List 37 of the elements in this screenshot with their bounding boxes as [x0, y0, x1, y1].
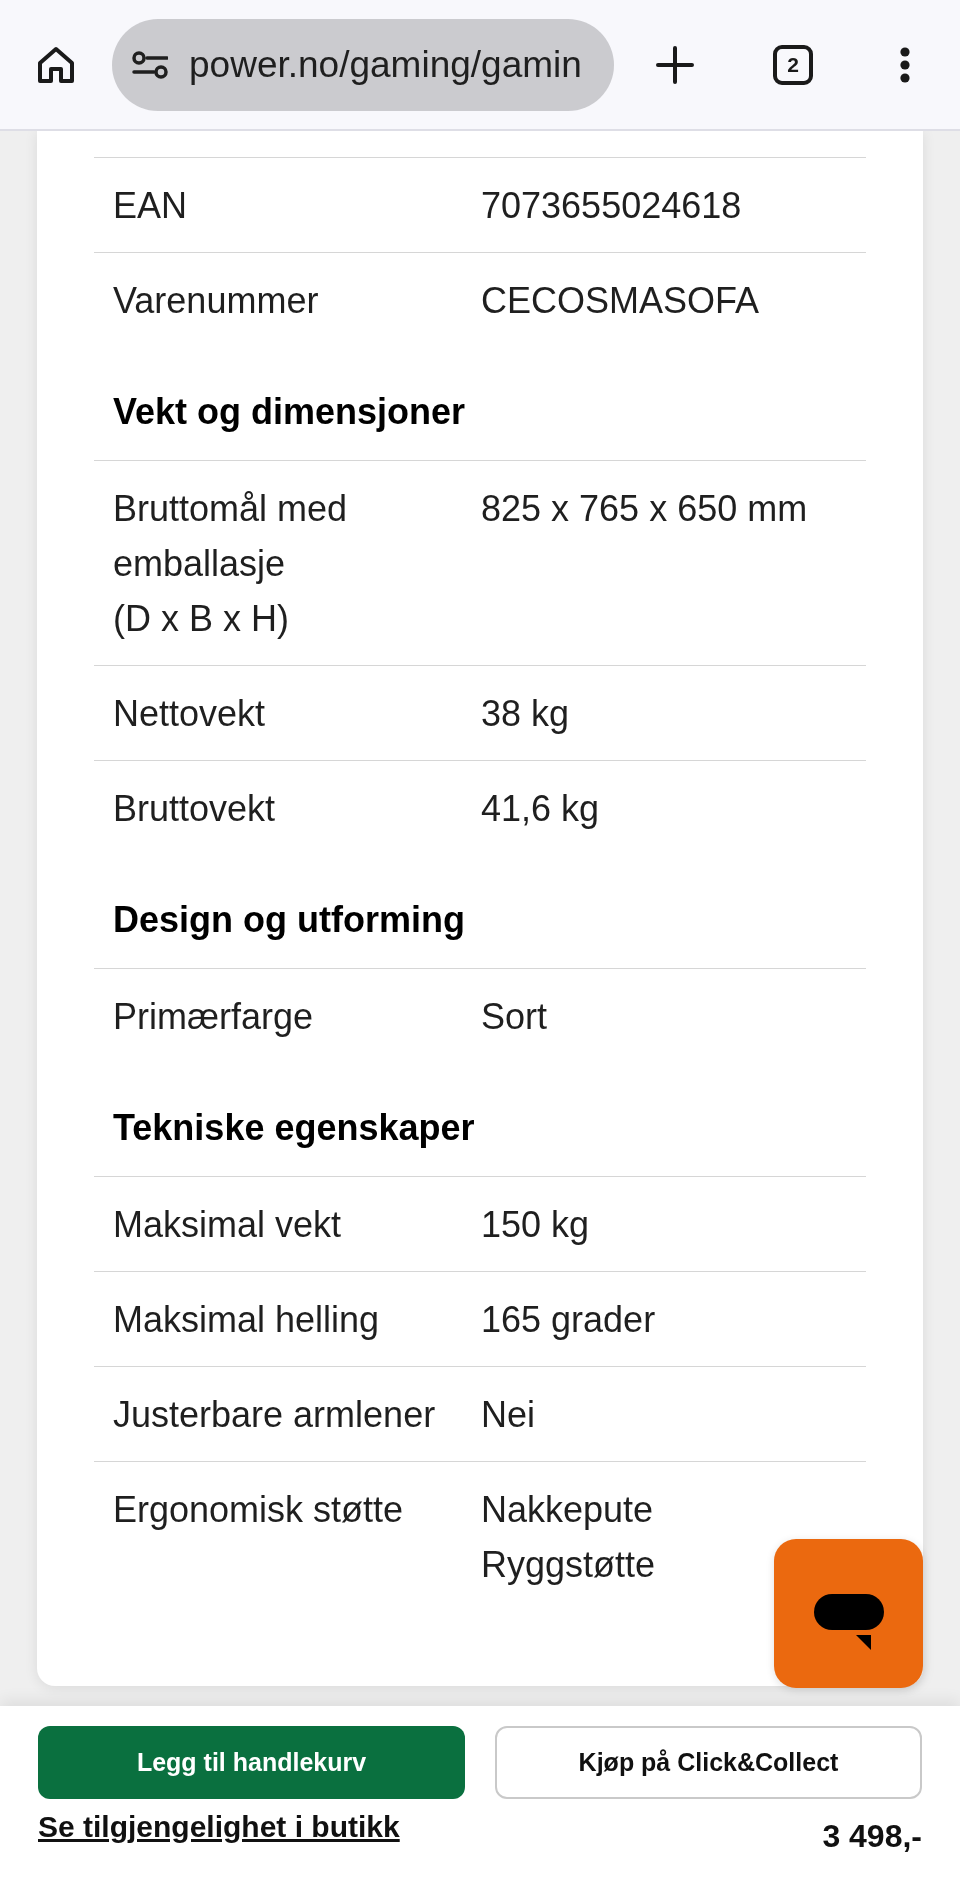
store-availability-link[interactable]: Se tilgjengelighet i butikk: [38, 1809, 400, 1845]
click-and-collect-button[interactable]: Kjøp på Click&Collect: [495, 1726, 922, 1799]
spec-value: Sort: [481, 995, 549, 1039]
spec-value: Nei: [481, 1393, 537, 1437]
add-to-cart-button[interactable]: Legg til handlekurv: [38, 1726, 465, 1799]
spec-label: Ergonomisk støtte: [113, 1488, 405, 1532]
tab-switcher-button[interactable]: 2: [773, 44, 813, 85]
spec-value: Nakkepute: [481, 1488, 655, 1532]
price: 3 498,-: [822, 1817, 922, 1855]
menu-icon[interactable]: [900, 46, 910, 83]
spec-label: Maksimal vekt: [113, 1203, 343, 1247]
site-settings-icon[interactable]: [132, 50, 168, 79]
spec-label: Varenummer: [113, 279, 320, 323]
spec-value: Ryggstøtte: [481, 1543, 657, 1587]
spec-value: 7073655024618: [481, 184, 743, 228]
spec-value: 41,6 kg: [481, 787, 601, 831]
spec-value: CECOSMASOFA: [481, 279, 761, 323]
chat-bubble-icon: [813, 1593, 884, 1650]
spec-value: 38 kg: [481, 692, 571, 736]
spec-label: EAN: [113, 184, 189, 228]
section-heading: Tekniske egenskaper: [112, 1106, 476, 1150]
section-heading: Design og utforming: [112, 898, 466, 942]
new-tab-plus-icon[interactable]: [656, 45, 694, 84]
url-text: power.no/gaming/gamin: [189, 42, 582, 87]
spec-label: Primærfarge: [113, 995, 315, 1039]
spec-value: 825 x 765 x 650 mm: [481, 487, 809, 531]
spec-label: Nettovekt: [113, 692, 267, 736]
spec-value: 165 grader: [481, 1298, 657, 1342]
section-heading: Vekt og dimensjoner: [112, 390, 467, 434]
address-bar[interactable]: power.no/gaming/gamin: [112, 18, 614, 111]
chat-button[interactable]: [774, 1539, 923, 1688]
spec-label: Bruttomål med emballasje (D x B x H): [113, 487, 349, 641]
spec-value: 150 kg: [481, 1203, 591, 1247]
home-icon[interactable]: [37, 45, 75, 84]
spec-label: Bruttovekt: [113, 787, 277, 831]
spec-label: Justerbare armlener: [113, 1393, 437, 1437]
spec-label: Maksimal helling: [113, 1298, 381, 1342]
